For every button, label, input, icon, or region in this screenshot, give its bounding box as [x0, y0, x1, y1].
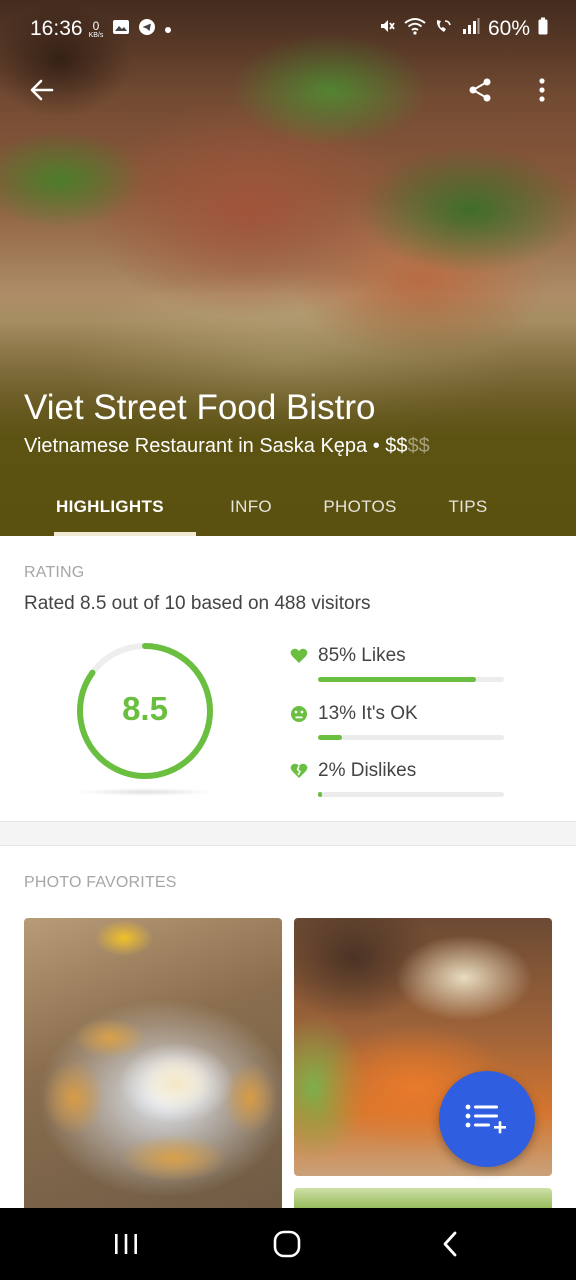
status-time: 16:36 — [30, 17, 83, 40]
system-nav-bar — [0, 1208, 576, 1280]
battery-percent: 60% — [487, 17, 530, 40]
wifi-icon — [404, 17, 426, 41]
back-button[interactable] — [22, 70, 62, 110]
more-options-button[interactable] — [522, 70, 562, 110]
tab-highlights[interactable]: HIGHLIGHTS — [0, 478, 196, 536]
neutral-face-icon — [290, 705, 308, 723]
recents-button[interactable] — [106, 1226, 146, 1262]
tab-label: TIPS — [448, 497, 488, 516]
gauge-shadow — [76, 788, 214, 796]
mute-icon — [378, 17, 396, 41]
tab-photos[interactable]: PHOTOS — [306, 478, 414, 536]
rating-summary: Rated 8.5 out of 10 based on 488 visitor… — [24, 593, 371, 614]
tab-tips[interactable]: TIPS — [414, 478, 522, 536]
telegram-icon — [138, 18, 156, 41]
tab-label: HIGHLIGHTS — [56, 497, 164, 516]
stat-label: 85% Likes — [318, 645, 406, 666]
stat-ok: 13% It's OK — [290, 703, 510, 740]
venue-tabs: HIGHLIGHTS INFO PHOTOS TIPS — [0, 478, 576, 536]
dot-icon — [164, 21, 172, 39]
tab-info[interactable]: INFO — [196, 478, 306, 536]
venue-category-location: Vietnamese Restaurant in Saska Kępa • — [24, 435, 386, 457]
more-vert-icon — [539, 78, 545, 102]
rating-score: 8.5 — [122, 690, 168, 727]
stat-likes: 85% Likes — [290, 645, 510, 682]
stat-track — [318, 677, 504, 682]
chevron-left-icon — [443, 1231, 457, 1257]
stat-label: 2% Dislikes — [318, 760, 417, 781]
net-speed-indicator: 0 KB/s — [88, 20, 104, 40]
home-icon — [273, 1230, 301, 1258]
stat-track — [318, 792, 504, 797]
price-tier-active: $$ — [385, 435, 408, 457]
venue-name: Viet Street Food Bistro — [24, 388, 376, 427]
status-system-icons: 60% — [378, 17, 548, 41]
signal-icon — [462, 17, 480, 41]
home-button[interactable] — [267, 1226, 307, 1262]
tab-label: PHOTOS — [323, 497, 397, 516]
tab-label: INFO — [230, 497, 272, 516]
battery-icon — [538, 17, 548, 41]
price-tier-inactive: $$ — [407, 435, 430, 457]
back-nav-button[interactable] — [430, 1226, 470, 1262]
rating-section-label: RATING — [24, 564, 85, 581]
stat-label: 13% It's OK — [318, 703, 418, 724]
stat-track — [318, 735, 504, 740]
wifi-call-icon — [434, 17, 454, 41]
active-tab-indicator — [54, 532, 196, 536]
status-bar: 16:36 0 KB/s 60% — [0, 0, 576, 60]
net-speed-value: 0 — [92, 18, 100, 33]
section-divider — [0, 821, 576, 846]
venue-subtitle: Vietnamese Restaurant in Saska Kępa • $$… — [24, 435, 430, 458]
stat-fill — [318, 792, 322, 797]
back-arrow-icon — [30, 79, 54, 101]
add-to-list-button[interactable] — [439, 1071, 535, 1167]
share-icon — [469, 78, 491, 102]
share-button[interactable] — [460, 70, 500, 110]
photo-favorites-label: PHOTO FAVORITES — [24, 874, 177, 891]
net-speed-unit: KB/s — [88, 31, 104, 39]
stat-fill — [318, 735, 343, 740]
recents-icon — [115, 1234, 137, 1254]
photo-favorite-tile[interactable] — [24, 918, 282, 1218]
add-to-list-icon — [465, 1104, 506, 1134]
stat-dislikes: 2% Dislikes — [290, 760, 510, 797]
stat-fill — [318, 677, 477, 682]
gallery-icon — [112, 18, 130, 41]
broken-heart-icon — [290, 762, 308, 780]
status-notification-icons: 0 KB/s — [88, 18, 172, 41]
heart-icon — [290, 647, 308, 665]
